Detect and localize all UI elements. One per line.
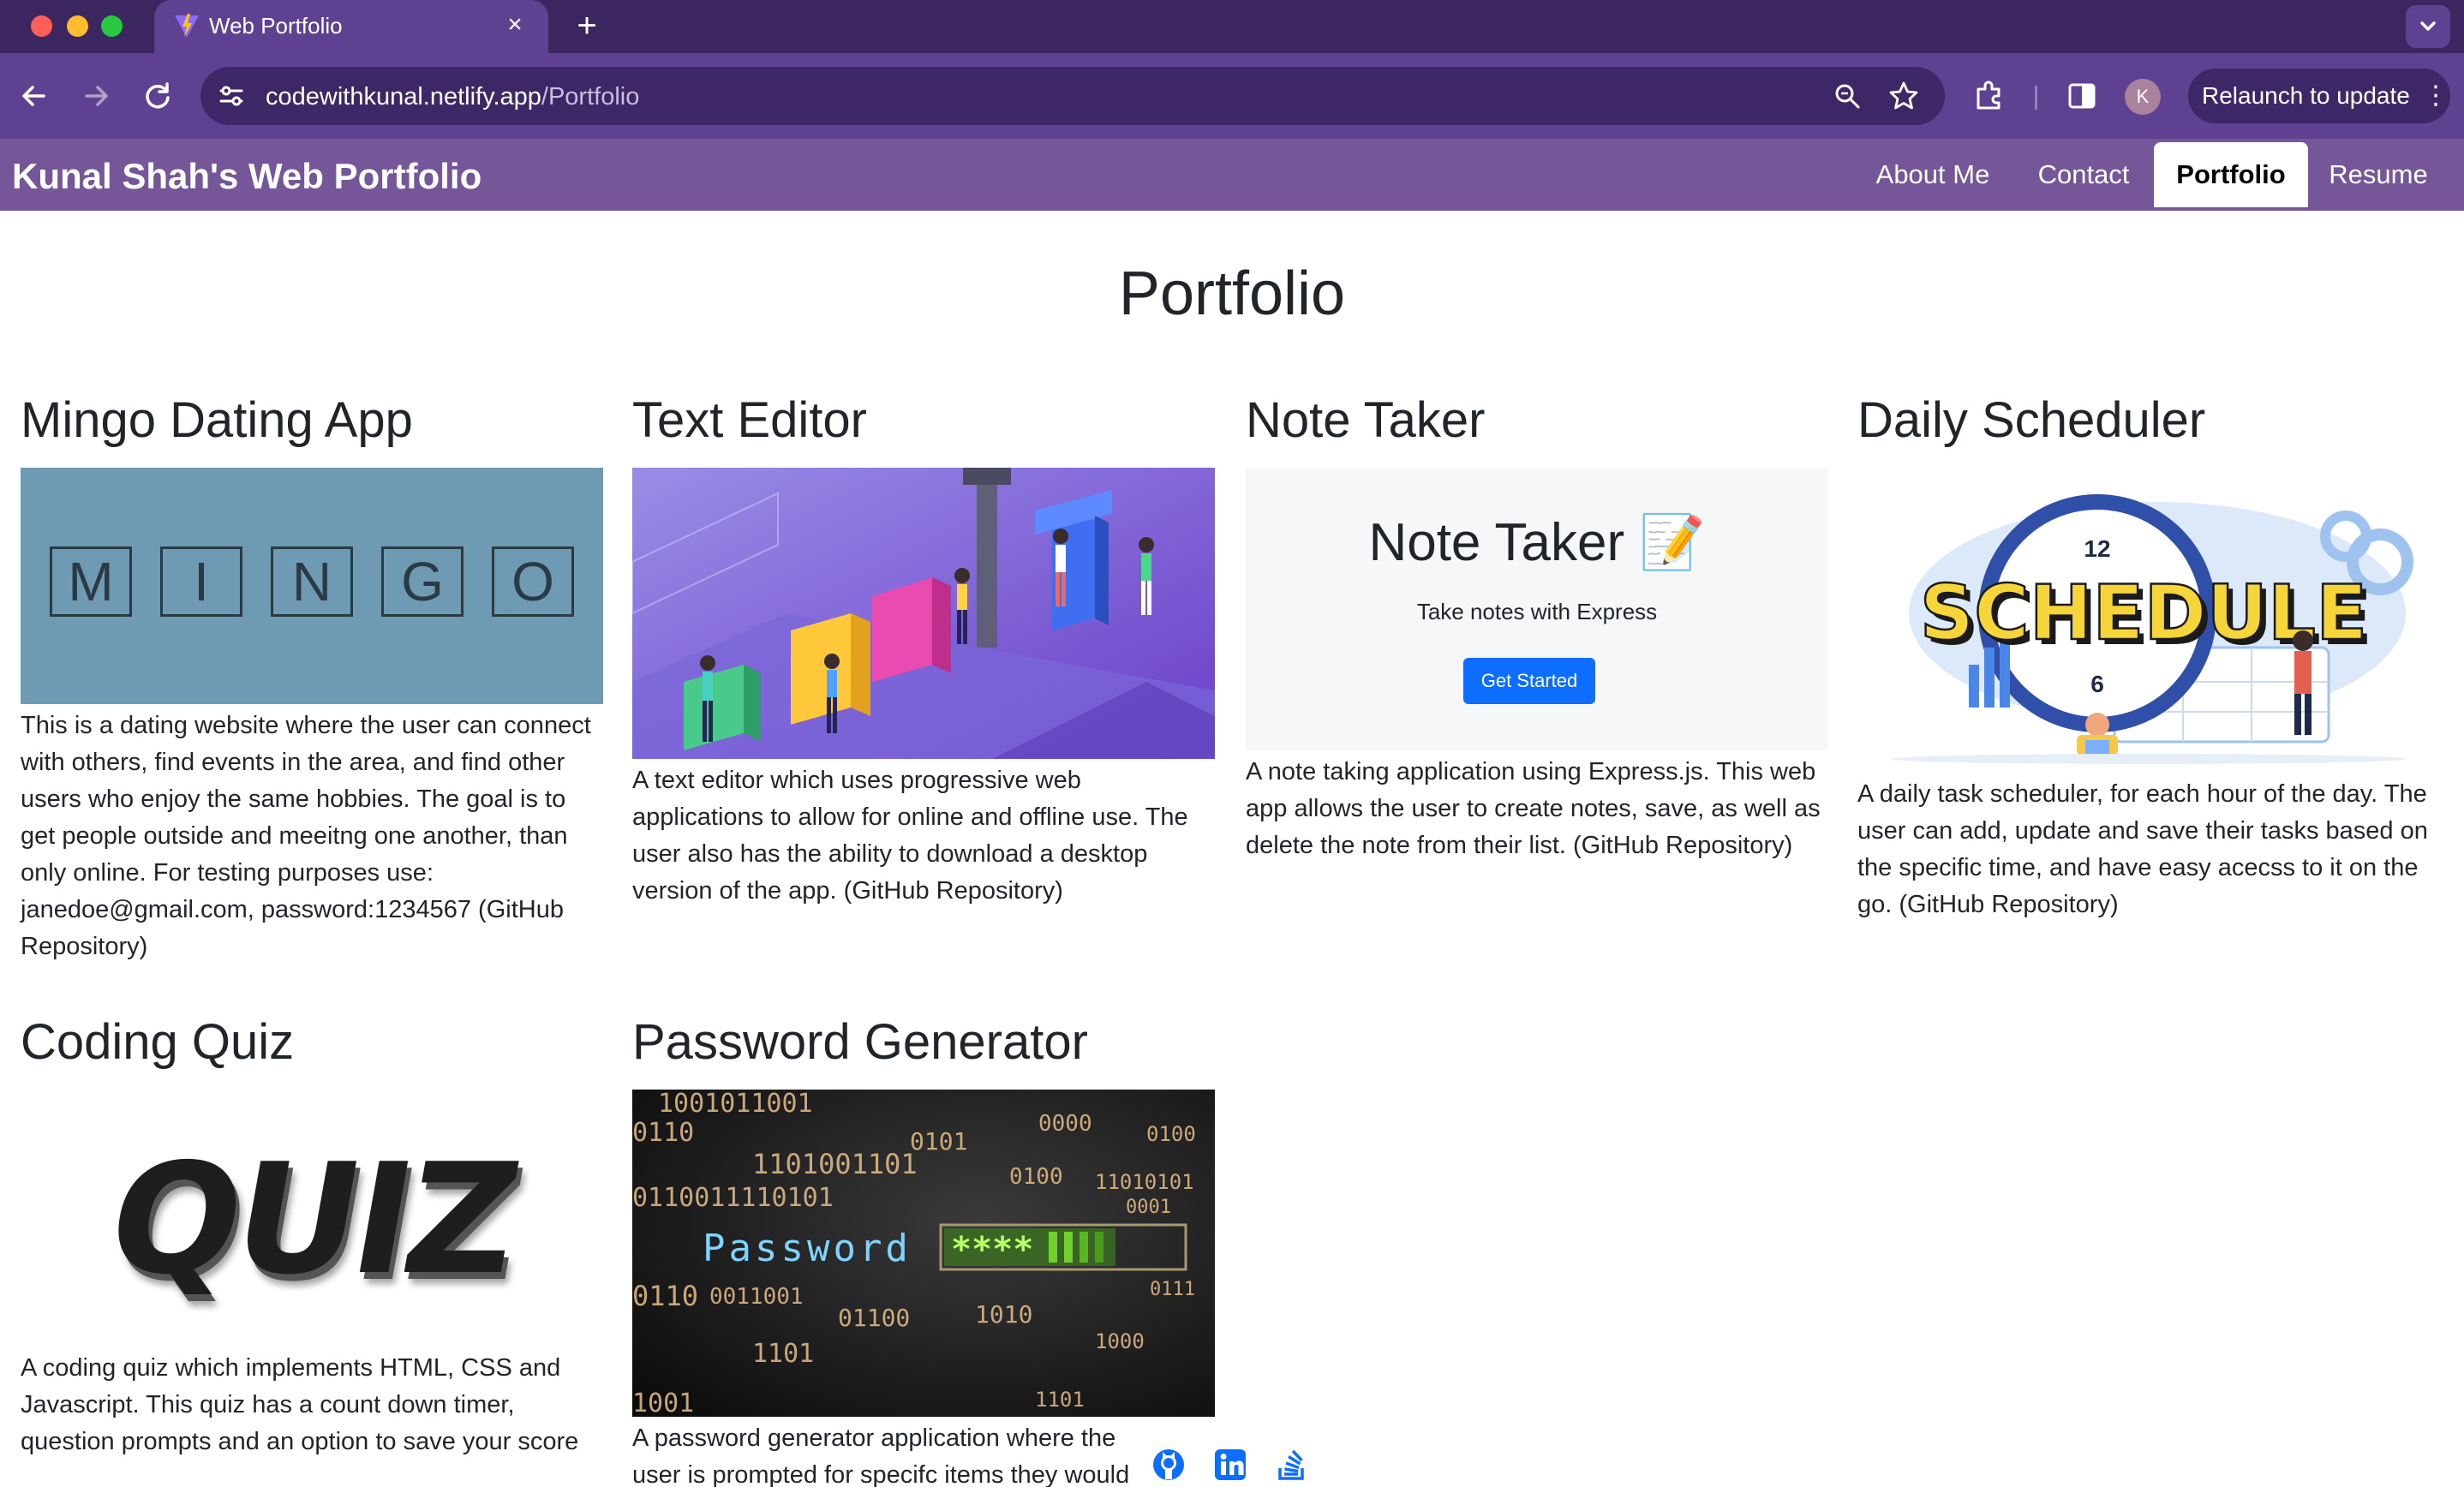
binary-text: 1101 bbox=[1035, 1388, 1085, 1412]
binary-text: 01100 bbox=[838, 1304, 910, 1332]
project-description: A coding quiz which implements HTML, CSS… bbox=[21, 1354, 579, 1455]
back-arrow-icon[interactable] bbox=[15, 77, 53, 115]
project-title: Text Editor bbox=[632, 392, 867, 448]
mingo-letter: N bbox=[271, 546, 353, 617]
toolbar-divider bbox=[2035, 86, 2037, 110]
project-card-password-generator: Password Generator 1001011001 0110 0000 … bbox=[632, 1012, 1215, 1487]
binary-text: 1101001101 bbox=[752, 1148, 918, 1180]
close-window-button[interactable] bbox=[31, 15, 52, 37]
mingo-letter: I bbox=[160, 546, 242, 617]
minimize-window-button[interactable] bbox=[67, 15, 88, 37]
password-word: Password bbox=[703, 1227, 912, 1270]
mingo-project-image[interactable]: M I N G O bbox=[21, 468, 603, 704]
chevron-down-icon bbox=[2420, 21, 2436, 31]
binary-text: 0100 bbox=[1146, 1122, 1196, 1146]
zoom-window-button[interactable] bbox=[101, 15, 123, 37]
note-image-heading: Note Taker 📝 bbox=[1368, 513, 1706, 572]
browser-toolbar: codewithkunal.netlify.app/Portfolio K Re… bbox=[0, 53, 2464, 139]
get-started-button: Get Started bbox=[1463, 658, 1595, 704]
binary-text: 0101 bbox=[910, 1127, 967, 1156]
url-host: codewithkunal.netlify.app bbox=[266, 83, 541, 110]
binary-text: 1001 bbox=[632, 1388, 694, 1417]
page-title: Portfolio bbox=[1118, 260, 1346, 328]
linkedin-icon[interactable] bbox=[1213, 1448, 1247, 1482]
daily-scheduler-project-image[interactable]: 12 6 SCHEDULE SCHEDULE bbox=[1857, 468, 2440, 773]
clock-12: 12 bbox=[2084, 535, 2110, 562]
zoom-icon[interactable] bbox=[1832, 81, 1863, 111]
relaunch-to-update-button[interactable]: Relaunch to update ⋮ bbox=[2188, 69, 2450, 123]
text-editor-project-image[interactable] bbox=[632, 468, 1215, 759]
binary-text: 0100 bbox=[1009, 1164, 1063, 1190]
site-navbar: Kunal Shah's Web Portfolio About Me Cont… bbox=[0, 139, 2464, 211]
project-title: Password Generator bbox=[632, 1014, 1088, 1070]
extensions-puzzle-icon[interactable] bbox=[1971, 77, 2008, 115]
site-brand[interactable]: Kunal Shah's Web Portfolio bbox=[12, 156, 481, 197]
password-generator-project-image[interactable]: 1001011001 0110 0000 0101 0100 110100110… bbox=[632, 1090, 1215, 1417]
project-title: Coding Quiz bbox=[21, 1014, 295, 1070]
project-description: This is a dating website where the user … bbox=[21, 712, 591, 960]
note-taker-project-image[interactable]: Note Taker 📝 Take notes with Express Get… bbox=[1246, 468, 1828, 750]
project-description: A text editor which uses progressive web… bbox=[632, 767, 1188, 905]
reload-icon[interactable] bbox=[139, 77, 176, 115]
binary-text: 11010101 bbox=[1095, 1170, 1194, 1194]
site-info-icon[interactable] bbox=[216, 81, 247, 111]
bookmark-star-icon[interactable] bbox=[1888, 81, 1919, 111]
project-description: A daily task scheduler, for each hour of… bbox=[1857, 780, 2428, 918]
forward-arrow-icon[interactable] bbox=[77, 77, 115, 115]
nav-link-contact[interactable]: Contact bbox=[2025, 142, 2142, 207]
binary-text: 0110 bbox=[632, 1118, 694, 1148]
project-card-note-taker: Note Taker Note Taker 📝 Take notes with … bbox=[1246, 391, 1828, 864]
relaunch-label: Relaunch to update bbox=[2202, 82, 2410, 109]
project-title: Mingo Dating App bbox=[21, 392, 413, 448]
binary-text: 0110011110101 bbox=[632, 1183, 834, 1213]
browser-tab-active[interactable]: Web Portfolio × bbox=[154, 0, 548, 53]
project-card-text-editor: Text Editor A text editor which uses pro bbox=[632, 391, 1215, 910]
project-card-mingo: Mingo Dating App M I N G O This is a dat… bbox=[21, 391, 603, 965]
vite-favicon-icon bbox=[175, 14, 199, 38]
github-icon[interactable] bbox=[1151, 1448, 1186, 1482]
url-path: /Portfolio bbox=[541, 83, 640, 110]
project-description: A password generator application where t… bbox=[632, 1424, 1130, 1487]
tab-close-icon[interactable]: × bbox=[500, 10, 529, 39]
binary-text: 0011001 bbox=[709, 1284, 804, 1310]
coding-quiz-project-image[interactable]: QUIZ bbox=[21, 1090, 603, 1347]
note-image-subtitle: Take notes with Express bbox=[1416, 599, 1658, 624]
mingo-letter: O bbox=[492, 546, 574, 617]
mingo-letter: G bbox=[381, 546, 463, 617]
side-panel-icon[interactable] bbox=[2063, 77, 2101, 115]
mingo-letter: M bbox=[50, 546, 132, 617]
binary-text: 1000 bbox=[1095, 1329, 1145, 1353]
nav-link-about-me[interactable]: About Me bbox=[1866, 142, 2000, 207]
stack-overflow-icon[interactable] bbox=[1275, 1448, 1309, 1482]
project-description: A note taking application using Express.… bbox=[1246, 758, 1821, 859]
binary-text: 0110 bbox=[632, 1280, 698, 1312]
binary-text: 0000 bbox=[1038, 1111, 1092, 1137]
binary-text: 1101 bbox=[752, 1339, 814, 1369]
project-card-daily-scheduler: Daily Scheduler 12 6 SCHEDULE SCHEDULE A… bbox=[1857, 391, 2440, 923]
new-tab-button[interactable]: + bbox=[569, 9, 605, 45]
binary-text: 1001011001 bbox=[658, 1090, 813, 1119]
url-text[interactable]: codewithkunal.netlify.app/Portfolio bbox=[266, 82, 639, 111]
project-title: Daily Scheduler bbox=[1857, 392, 2206, 448]
tab-search-button[interactable] bbox=[2406, 5, 2450, 48]
nav-link-portfolio[interactable]: Portfolio bbox=[2154, 142, 2308, 207]
address-bar[interactable]: codewithkunal.netlify.app/Portfolio bbox=[200, 67, 1945, 125]
browser-tab-bar: Web Portfolio × + bbox=[0, 0, 2464, 53]
nav-link-resume[interactable]: Resume bbox=[2323, 142, 2433, 207]
tab-title: Web Portfolio bbox=[209, 13, 343, 39]
profile-avatar[interactable]: K bbox=[2125, 79, 2161, 115]
password-mask: **** bbox=[951, 1230, 1033, 1269]
binary-text: 1010 bbox=[975, 1300, 1032, 1329]
project-card-coding-quiz: Coding Quiz QUIZ A coding quiz which imp… bbox=[21, 1012, 603, 1460]
more-options-icon[interactable]: ⋮ bbox=[2423, 81, 2449, 111]
clock-6: 6 bbox=[2090, 671, 2104, 697]
binary-text: 0111 bbox=[1150, 1279, 1195, 1300]
binary-text: 0001 bbox=[1126, 1197, 1171, 1218]
project-title: Note Taker bbox=[1246, 392, 1486, 448]
quiz-word: QUIZ bbox=[96, 1131, 528, 1308]
